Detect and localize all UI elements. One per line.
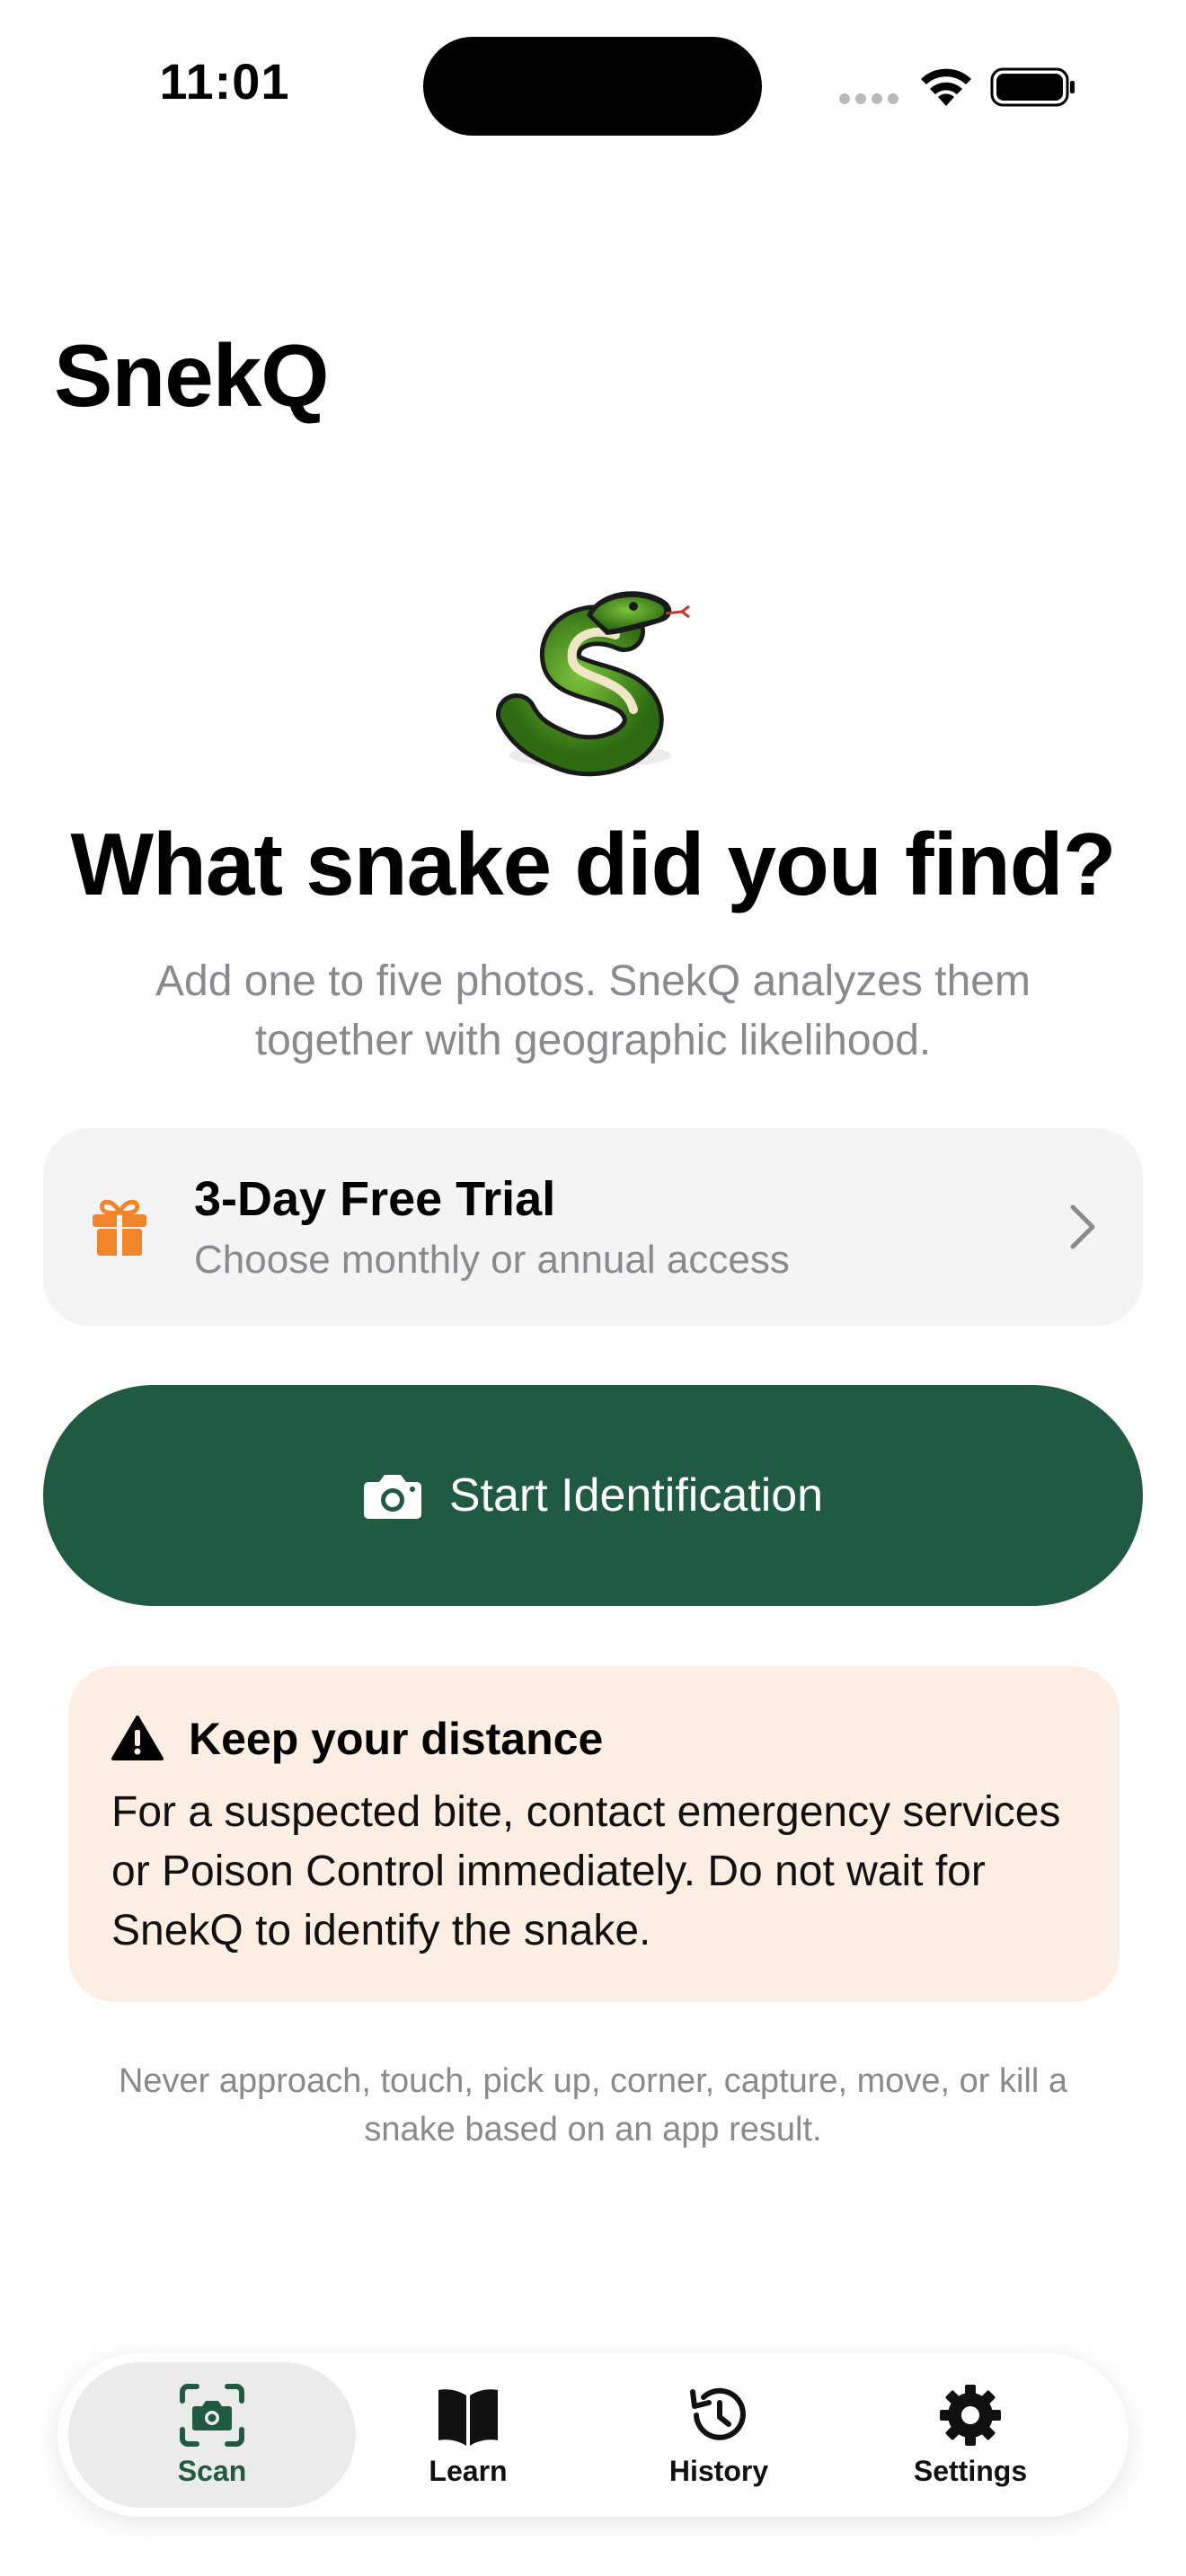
- book-icon: [438, 2388, 498, 2446]
- warning-body: For a suspected bite, contact emergency …: [111, 1788, 1061, 1954]
- trial-title: 3-Day Free Trial: [194, 1172, 556, 1226]
- snake-mascot-logo: [496, 591, 690, 777]
- warning-triangle-icon: [111, 1716, 164, 1760]
- tab-bar: Scan Learn History Settings: [58, 2353, 1128, 2517]
- battery-icon: [990, 67, 1075, 107]
- free-trial-card[interactable]: 3-Day Free Trial Choose monthly or annua…: [43, 1128, 1143, 1326]
- status-time: 11:01: [159, 53, 290, 110]
- tab-learn-label: Learn: [429, 2454, 508, 2487]
- dynamic-island: [423, 37, 762, 136]
- trial-subtitle: Choose monthly or annual access: [194, 1238, 790, 1282]
- scan-camera-icon: [180, 2383, 244, 2447]
- camera-icon: [363, 1475, 421, 1519]
- page-title: SnekQ: [54, 326, 329, 425]
- tab-history[interactable]: History: [575, 2362, 863, 2508]
- safety-warning-card: Keep your distance For a suspected bite,…: [68, 1666, 1120, 2002]
- gift-icon: [93, 1199, 146, 1256]
- gear-icon: [940, 2384, 1001, 2446]
- history-clock-icon: [690, 2387, 746, 2440]
- tab-scan-label: Scan: [177, 2454, 247, 2487]
- cellular-signal-icon: [839, 93, 898, 104]
- wifi-icon: [921, 68, 971, 106]
- subtitle: Add one to five photos. SnekQ analyzes t…: [155, 957, 1031, 1064]
- status-icons: [836, 61, 1078, 111]
- start-identification-label: Start Identification: [448, 1469, 824, 1522]
- safety-footnote: Never approach, touch, pick up, corner, …: [118, 2062, 1068, 2148]
- tab-settings-label: Settings: [913, 2454, 1028, 2487]
- headline: What snake did you find?: [70, 815, 1117, 913]
- warning-title: Keep your distance: [189, 1714, 604, 1764]
- start-identification-button[interactable]: Start Identification: [43, 1385, 1143, 1606]
- tab-history-label: History: [668, 2454, 769, 2487]
- tab-scan[interactable]: Scan: [68, 2362, 356, 2508]
- tab-settings[interactable]: Settings: [827, 2362, 1114, 2508]
- tab-learn[interactable]: Learn: [324, 2362, 612, 2508]
- chevron-right-icon: [1070, 1204, 1095, 1249]
